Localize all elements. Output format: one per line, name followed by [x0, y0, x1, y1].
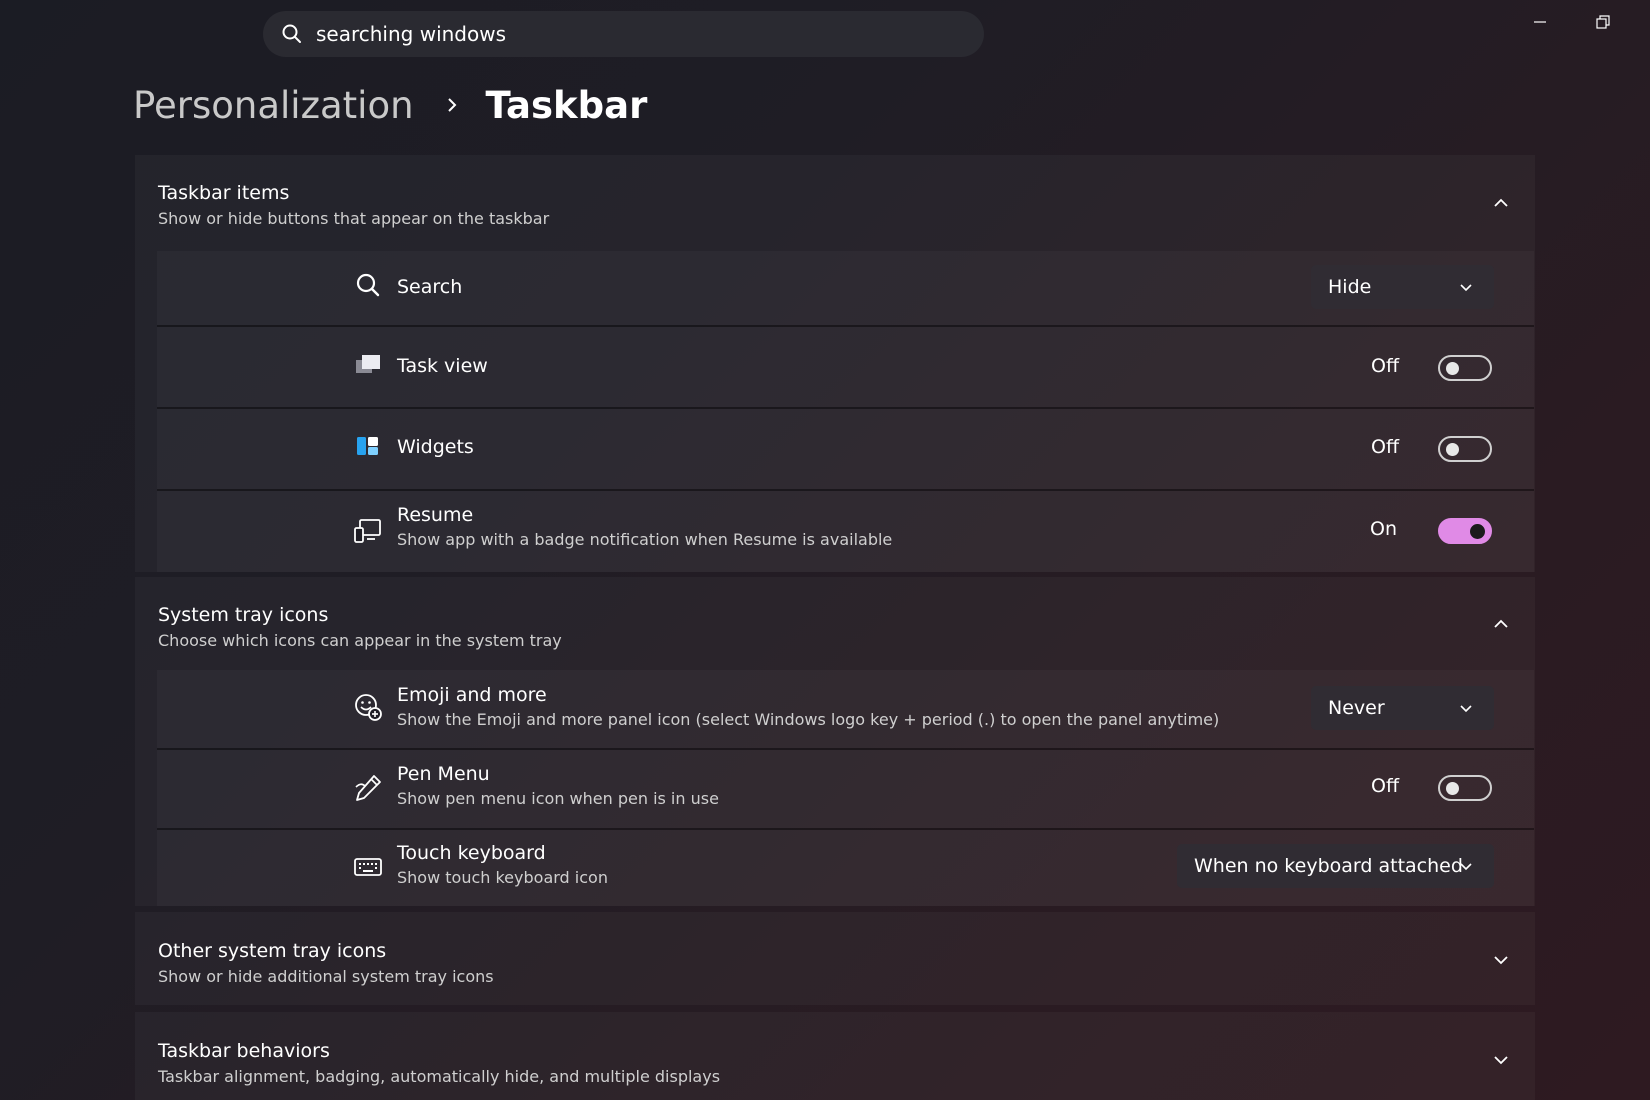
page-title: Taskbar [485, 83, 648, 127]
dropdown-value: Never [1328, 697, 1385, 719]
dropdown-value: When no keyboard attached [1194, 855, 1463, 877]
toggle-state-label: Off [1371, 775, 1400, 797]
toggle-knob [1470, 524, 1485, 539]
search-box[interactable] [263, 11, 984, 57]
section-subtitle: Taskbar alignment, badging, automaticall… [158, 1067, 721, 1086]
emoji-dropdown[interactable]: Never [1311, 686, 1494, 730]
pen-menu-toggle[interactable] [1438, 775, 1492, 801]
dropdown-value: Hide [1328, 276, 1372, 298]
toggle-state-label: On [1370, 518, 1397, 540]
touch-keyboard-dropdown[interactable]: When no keyboard attached [1177, 844, 1494, 888]
section-title: Other system tray icons [158, 940, 387, 962]
taskbar-items-header[interactable]: Taskbar items Show or hide buttons that … [135, 155, 1535, 251]
taskbar-item-widgets: Widgets Off [157, 409, 1534, 489]
chevron-right-icon [447, 98, 456, 112]
setting-description: Show the Emoji and more panel icon (sele… [397, 710, 1220, 729]
widgets-toggle[interactable] [1438, 436, 1492, 462]
setting-label: Pen Menu [397, 763, 490, 785]
setting-label: Widgets [397, 436, 474, 458]
breadcrumb-parent[interactable]: Personalization [133, 84, 414, 127]
pen-icon [355, 775, 381, 801]
toggle-knob [1446, 362, 1459, 375]
taskbar-item-resume: Resume Show app with a badge notificatio… [157, 491, 1534, 572]
system-tray-icons-section: System tray icons Choose which icons can… [135, 577, 1535, 906]
widgets-icon [357, 437, 378, 455]
search-dropdown[interactable]: Hide [1311, 265, 1494, 309]
tray-item-emoji: Emoji and more Show the Emoji and more p… [157, 670, 1534, 748]
search-input[interactable] [316, 22, 916, 46]
section-subtitle: Show or hide buttons that appear on the … [158, 209, 550, 228]
taskbar-item-search: Search Hide [157, 251, 1534, 325]
section-title: Taskbar behaviors [158, 1040, 330, 1062]
taskbar-behaviors-section[interactable]: Taskbar behaviors Taskbar alignment, bad… [135, 1012, 1535, 1100]
minimize-button[interactable] [1520, 8, 1560, 36]
search-icon [356, 273, 380, 297]
chevron-down-icon [1460, 863, 1472, 871]
setting-description: Show app with a badge notification when … [397, 530, 893, 549]
setting-description: Show pen menu icon when pen is in use [397, 789, 719, 808]
setting-description: Show touch keyboard icon [397, 868, 608, 887]
system-tray-icons-header[interactable]: System tray icons Choose which icons can… [135, 577, 1535, 670]
setting-label: Touch keyboard [397, 842, 546, 864]
keyboard-icon [354, 858, 382, 876]
setting-label: Emoji and more [397, 684, 547, 706]
chevron-down-icon[interactable] [1491, 1050, 1511, 1070]
tray-item-touch-keyboard: Touch keyboard Show touch keyboard icon … [157, 830, 1534, 906]
toggle-state-label: Off [1371, 436, 1400, 458]
search-icon [282, 24, 301, 43]
section-title: Taskbar items [158, 182, 290, 204]
chevron-up-icon[interactable] [1491, 193, 1511, 213]
toggle-knob [1446, 443, 1459, 456]
chevron-down-icon [1460, 705, 1472, 713]
setting-label: Resume [397, 504, 474, 526]
resume-toggle[interactable] [1438, 518, 1492, 544]
chevron-down-icon [1460, 284, 1472, 292]
setting-label: Search [397, 276, 463, 298]
chevron-up-icon[interactable] [1491, 614, 1511, 634]
tray-item-pen-menu: Pen Menu Show pen menu icon when pen is … [157, 750, 1534, 828]
restore-icon [1596, 15, 1610, 29]
taskbar-items-section: Taskbar items Show or hide buttons that … [135, 155, 1535, 572]
minimize-icon [1534, 21, 1546, 23]
task-view-icon [356, 355, 380, 373]
task-view-toggle[interactable] [1438, 355, 1492, 381]
setting-label: Task view [397, 355, 488, 377]
other-system-tray-icons-section[interactable]: Other system tray icons Show or hide add… [135, 912, 1535, 1005]
chevron-down-icon[interactable] [1491, 950, 1511, 970]
emoji-icon [355, 694, 382, 721]
section-title: System tray icons [158, 604, 329, 626]
toggle-state-label: Off [1371, 355, 1400, 377]
toggle-knob [1446, 782, 1459, 795]
restore-button[interactable] [1583, 8, 1623, 36]
resume-icon [354, 519, 381, 543]
section-subtitle: Show or hide additional system tray icon… [158, 967, 494, 986]
section-subtitle: Choose which icons can appear in the sys… [158, 631, 562, 650]
breadcrumb: Personalization Taskbar [133, 80, 647, 130]
taskbar-item-task-view: Task view Off [157, 327, 1534, 407]
